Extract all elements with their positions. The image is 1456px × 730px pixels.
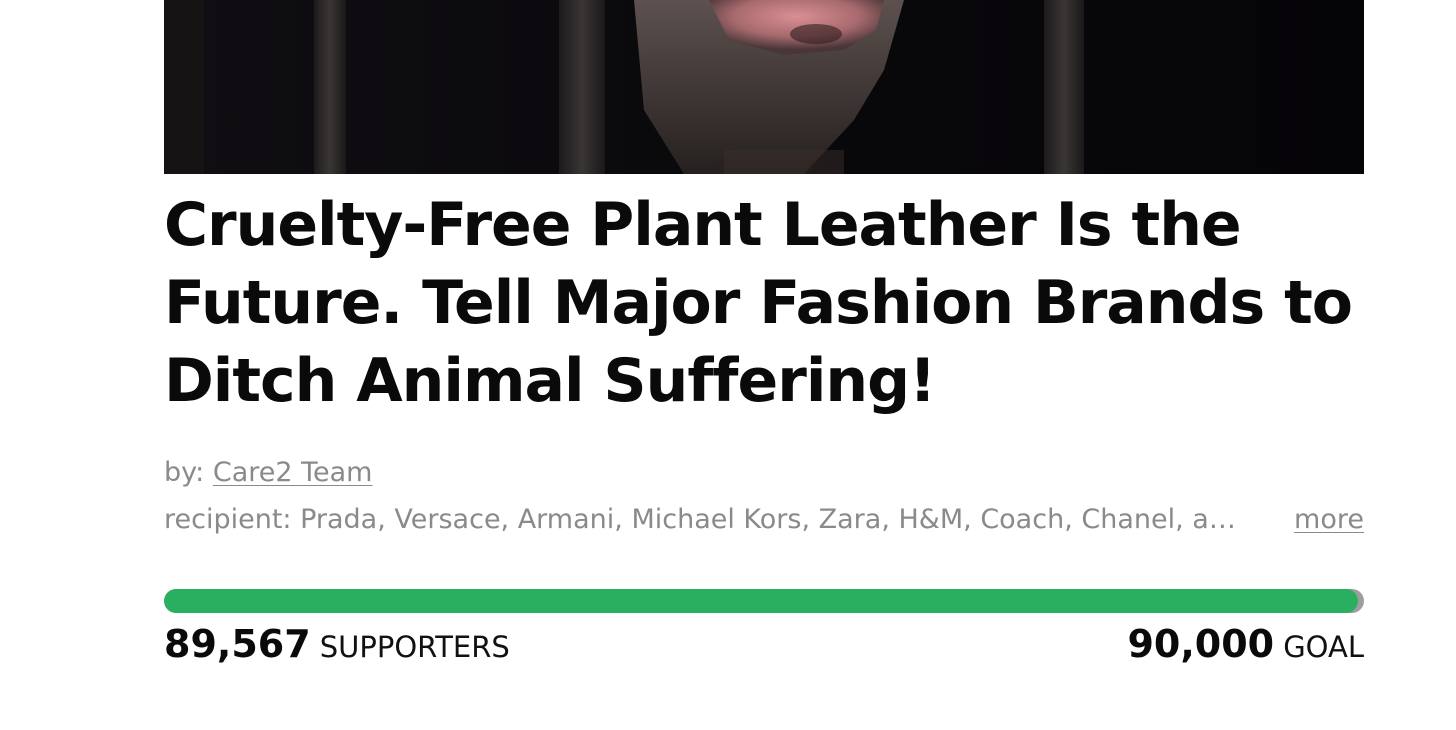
progress-bar <box>164 589 1364 613</box>
progress-fill <box>164 589 1358 613</box>
byline: by: Care2 Team <box>164 455 372 491</box>
goal-count: 90,000 <box>1127 622 1275 666</box>
petition-hero-image <box>164 0 1364 174</box>
petition-stats: 89,567 SUPPORTERS 90,000 GOAL <box>164 618 1364 670</box>
supporters-count: 89,567 <box>164 622 311 666</box>
author-link[interactable]: Care2 Team <box>213 457 373 488</box>
byline-prefix: by: <box>164 457 213 488</box>
more-link[interactable]: more <box>1294 502 1364 538</box>
goal-label: GOAL <box>1283 630 1364 664</box>
supporters-label: SUPPORTERS <box>319 630 510 664</box>
animal-photo <box>164 0 1364 174</box>
goal-stat: 90,000 GOAL <box>1127 618 1364 678</box>
supporters-stat: 89,567 SUPPORTERS <box>164 618 510 678</box>
petition-title: Cruelty-Free Plant Leather Is the Future… <box>164 190 1353 416</box>
recipient-text: recipient: Prada, Versace, Armani, Micha… <box>164 504 1240 535</box>
recipient-row: recipient: Prada, Versace, Armani, Micha… <box>164 502 1364 538</box>
